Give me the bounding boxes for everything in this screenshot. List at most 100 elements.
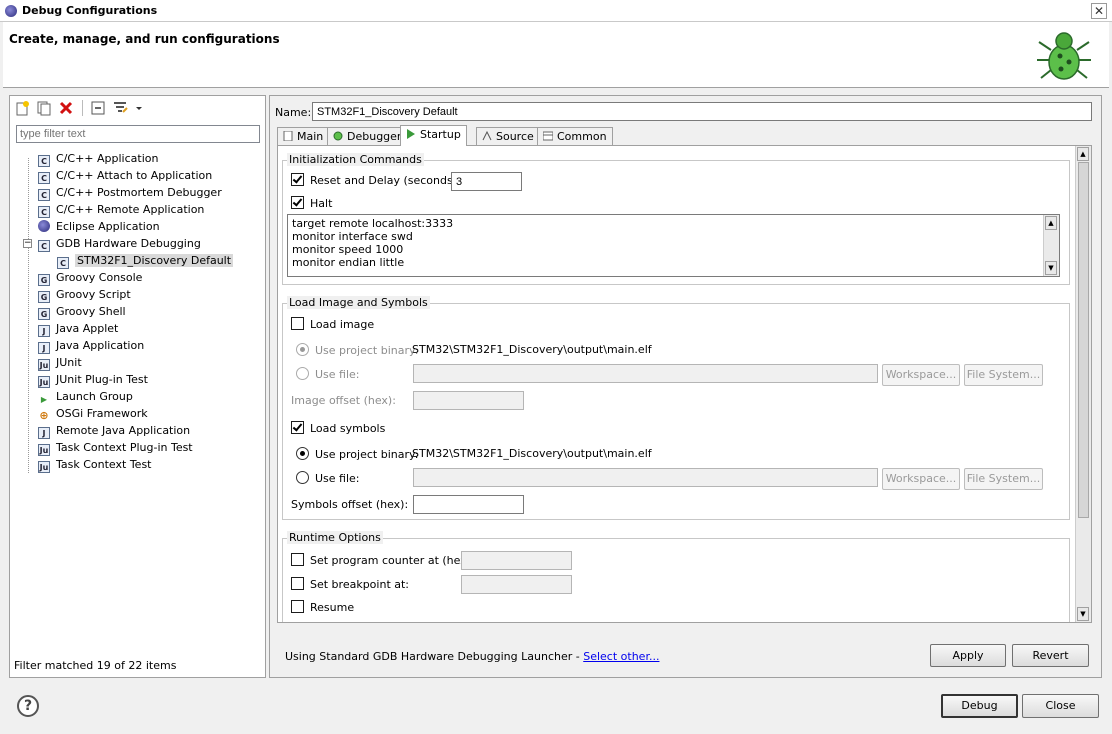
image-offset-label: Image offset (hex): xyxy=(291,394,396,407)
tree-item[interactable]: Ju Task Context Test xyxy=(38,456,152,473)
tree-item[interactable]: Ju JUnit xyxy=(38,354,82,371)
tab-debugger[interactable]: Debugger xyxy=(327,127,408,145)
halt-checkbox[interactable]: Halt xyxy=(291,196,332,210)
tree-item[interactable]: C C/C++ Postmortem Debugger xyxy=(38,184,222,201)
tree-item-label: Task Context Plug-in Test xyxy=(56,441,193,454)
breakpoint-checkbox[interactable]: Set breakpoint at: xyxy=(291,577,409,591)
select-other-link[interactable]: Select other... xyxy=(583,650,659,663)
configuration-tree-panel: C C/C++ Application C C/C++ Attach to Appli… xyxy=(9,95,266,678)
delay-seconds-input[interactable] xyxy=(451,172,522,191)
scrollbar-thumb[interactable] xyxy=(1078,162,1089,518)
configuration-tree: C C/C++ Application C C/C++ Attach to Appli… xyxy=(10,150,265,480)
scroll-down-icon[interactable]: ▼ xyxy=(1045,261,1057,275)
image-use-file-label: Use file: xyxy=(315,368,360,381)
name-field[interactable] xyxy=(312,102,1092,121)
symbols-project-radio[interactable] xyxy=(296,447,309,460)
breakpoint-input[interactable] xyxy=(461,575,572,594)
halt-check[interactable] xyxy=(291,196,304,209)
symbols-filesystem-button[interactable]: File System... xyxy=(964,468,1043,490)
tab-main-label: Main xyxy=(297,130,324,143)
groovy-icon: G xyxy=(38,274,50,286)
symbols-file-input[interactable] xyxy=(413,468,878,487)
close-window-button[interactable]: ✕ xyxy=(1091,3,1107,19)
image-use-project-binary-radio[interactable]: Use project binary: xyxy=(296,343,418,357)
eclipse-icon xyxy=(38,220,50,232)
tree-item-label: Java Application xyxy=(56,339,145,352)
load-symbols-check[interactable] xyxy=(291,421,304,434)
help-icon[interactable]: ? xyxy=(17,695,39,717)
common-tab-icon xyxy=(543,131,553,141)
collapse-toggle-icon[interactable]: − xyxy=(23,239,32,248)
image-project-radio[interactable] xyxy=(296,343,309,356)
chevron-down-icon[interactable] xyxy=(134,100,144,116)
launcher-text: Using Standard GDB Hardware Debugging La… xyxy=(285,650,584,663)
program-counter-check[interactable] xyxy=(291,553,304,566)
image-use-file-radio[interactable]: Use file: xyxy=(296,367,360,381)
duplicate-icon[interactable] xyxy=(36,100,52,116)
image-use-project-label: Use project binary: xyxy=(315,344,419,357)
tree-item-label: STM32F1_Discovery Default xyxy=(75,254,234,267)
image-file-radio[interactable] xyxy=(296,367,309,380)
tab-main[interactable]: Main xyxy=(277,127,330,145)
delete-icon[interactable] xyxy=(58,100,74,116)
image-offset-input[interactable] xyxy=(413,391,524,410)
load-symbols-checkbox[interactable]: Load symbols xyxy=(291,421,385,435)
resume-check[interactable] xyxy=(291,600,304,613)
scroll-up-icon[interactable]: ▲ xyxy=(1077,147,1089,161)
tree-item[interactable]: ▶ Launch Group xyxy=(38,388,133,405)
tab-source[interactable]: Source xyxy=(476,127,540,145)
tree-item[interactable]: G Groovy Console xyxy=(38,269,142,286)
initialization-commands-group: Initialization Commands Reset and Delay … xyxy=(282,153,1070,285)
revert-button[interactable]: Revert xyxy=(1012,644,1089,667)
symbols-file-radio[interactable] xyxy=(296,471,309,484)
eclipse-icon xyxy=(5,5,17,17)
tree-item[interactable]: Ju Task Context Plug-in Test xyxy=(38,439,193,456)
load-image-checkbox[interactable]: Load image xyxy=(291,317,374,331)
scroll-down-icon[interactable]: ▼ xyxy=(1077,607,1089,621)
tree-item[interactable]: C GDB Hardware Debugging xyxy=(38,235,201,252)
tab-common[interactable]: Common xyxy=(537,127,613,145)
startup-scrollbar[interactable]: ▲ ▼ xyxy=(1075,146,1091,622)
load-image-check[interactable] xyxy=(291,317,304,330)
init-commands-textarea[interactable]: target remote localhost:3333 monitor inte… xyxy=(287,214,1060,277)
scroll-up-icon[interactable]: ▲ xyxy=(1045,216,1057,230)
tree-item[interactable]: C C/C++ Attach to Application xyxy=(38,167,212,184)
tree-item[interactable]: J Java Application xyxy=(38,337,144,354)
tree-item[interactable]: G Groovy Script xyxy=(38,286,131,303)
c-config-icon: C xyxy=(57,257,69,269)
program-counter-input[interactable] xyxy=(461,551,572,570)
tree-item[interactable]: C C/C++ Remote Application xyxy=(38,201,204,218)
symbols-use-project-binary-radio[interactable]: Use project binary: xyxy=(296,447,418,461)
tree-item[interactable]: Ju JUnit Plug-in Test xyxy=(38,371,148,388)
resume-checkbox[interactable]: Resume xyxy=(291,600,354,614)
filter-icon[interactable] xyxy=(112,100,128,116)
tree-item[interactable]: Eclipse Application xyxy=(38,218,160,235)
reset-delay-checkbox[interactable]: Reset and Delay (seconds): xyxy=(291,173,461,187)
reset-delay-check[interactable] xyxy=(291,173,304,186)
image-filesystem-button[interactable]: File System... xyxy=(964,364,1043,386)
tree-item[interactable]: C C/C++ Application xyxy=(38,150,158,167)
tree-item[interactable]: J Java Applet xyxy=(38,320,118,337)
tree-item[interactable]: G Groovy Shell xyxy=(38,303,126,320)
toolbar-separator xyxy=(82,100,83,116)
new-configuration-icon[interactable] xyxy=(14,100,30,116)
breakpoint-label: Set breakpoint at: xyxy=(310,578,410,591)
tab-startup[interactable]: Startup xyxy=(400,125,467,146)
tree-item[interactable]: ⊕ OSGi Framework xyxy=(38,405,147,422)
symbols-offset-input[interactable] xyxy=(413,495,524,514)
image-workspace-button[interactable]: Workspace... xyxy=(882,364,960,386)
apply-button[interactable]: Apply xyxy=(930,644,1006,667)
debug-button[interactable]: Debug xyxy=(941,694,1018,718)
image-file-input[interactable] xyxy=(413,364,878,383)
close-button[interactable]: Close xyxy=(1022,694,1099,718)
program-counter-checkbox[interactable]: Set program counter at (hex): xyxy=(291,553,475,567)
filter-input[interactable] xyxy=(16,125,260,143)
tree-item[interactable]: J Remote Java Application xyxy=(38,422,190,439)
halt-label: Halt xyxy=(310,197,333,210)
breakpoint-check[interactable] xyxy=(291,577,304,590)
symbols-use-file-radio[interactable]: Use file: xyxy=(296,471,360,485)
symbols-workspace-button[interactable]: Workspace... xyxy=(882,468,960,490)
init-commands-scrollbar[interactable]: ▲ ▼ xyxy=(1043,215,1059,276)
tree-item[interactable]: C STM32F1_Discovery Default xyxy=(57,252,234,269)
collapse-all-icon[interactable] xyxy=(90,100,106,116)
